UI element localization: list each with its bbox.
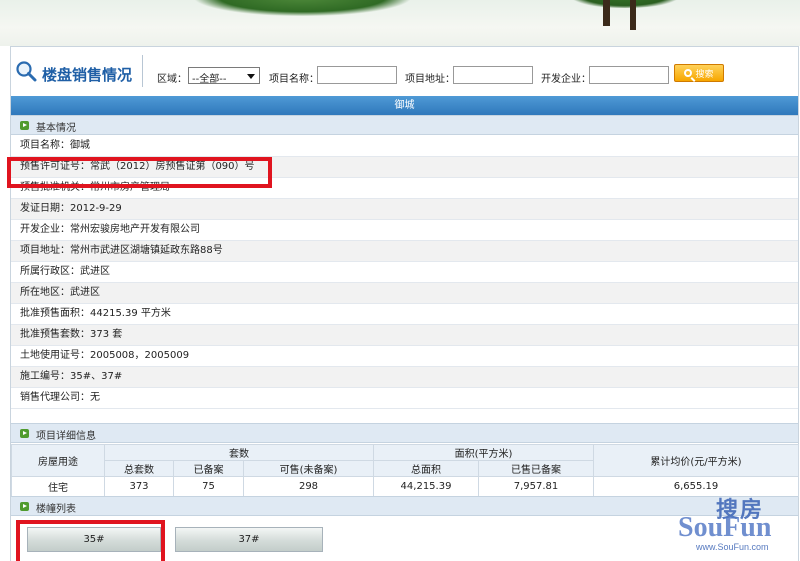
row-label: 施工编号： (20, 371, 70, 382)
info-row-approved-units: 批准预售套数：373 套 (11, 325, 798, 346)
header-units-group: 套数 (104, 444, 374, 461)
cell-filed-units: 75 (173, 476, 244, 497)
info-row-developer: 开发企业：常州宏骏房地产开发有限公司 (11, 220, 798, 241)
row-value: 2012-9-29 (70, 203, 122, 214)
section-project-details: 项目详细信息 (11, 423, 798, 443)
section-title: 项目详细信息 (36, 431, 96, 442)
row-label: 批准预售面积： (20, 308, 90, 319)
row-value: 44215.39 平方米 (90, 308, 171, 319)
project-name-input[interactable] (317, 66, 397, 84)
search-icon (684, 69, 693, 77)
magnifier-icon (16, 61, 37, 82)
row-value: 373 套 (90, 329, 123, 340)
info-row-area: 所在地区：武进区 (11, 283, 798, 304)
highlight-box-building (16, 520, 165, 561)
row-value: 武进区 (70, 287, 100, 298)
watermark-en: SouFun (678, 512, 772, 543)
watermark-url: www.SouFun.com (696, 542, 769, 552)
main-panel: 楼盘销售情况 区域： --全部-- 项目名称： 项目地址： 开发企业： 搜索 御… (10, 46, 799, 561)
search-button-label: 搜索 (695, 69, 714, 80)
banner-tree-trunk (603, 0, 610, 26)
row-value: 35#、37# (70, 371, 123, 382)
developer-input[interactable] (589, 66, 669, 84)
row-value: 御城 (70, 140, 90, 151)
cell-available-units: 298 (243, 476, 374, 497)
header-usage: 房屋用途 (11, 444, 105, 477)
district-select-value: --全部-- (192, 74, 227, 85)
row-label: 项目地址： (20, 245, 70, 256)
row-label: 所属行政区： (20, 266, 80, 277)
header-area-group: 面积(平方米) (373, 444, 594, 461)
district-select[interactable]: --全部-- (188, 67, 260, 85)
row-label: 开发企业： (20, 224, 70, 235)
page-title: 楼盘销售情况 (42, 67, 133, 84)
row-value: 常州市武进区湖塘镇延政东路88号 (70, 245, 223, 256)
header-total-area: 总面积 (373, 460, 479, 477)
header-total-units: 总套数 (104, 460, 174, 477)
row-label: 发证日期： (20, 203, 70, 214)
info-row-project-name: 项目名称：御城 (11, 136, 798, 157)
cell-sold-filed-area: 7,957.81 (478, 476, 594, 497)
header-sold-filed-area: 已售已备案 (478, 460, 594, 477)
row-value: 2005008，2005009 (90, 350, 190, 361)
section-title: 基本情况 (36, 123, 76, 134)
header-filed-units: 已备案 (173, 460, 244, 477)
search-button[interactable]: 搜索 (674, 64, 724, 82)
section-title: 楼幢列表 (36, 504, 76, 515)
project-address-input[interactable] (453, 66, 533, 84)
banner-shrub-graphic (195, 0, 410, 16)
row-label: 土地使用证号： (20, 350, 90, 361)
row-value: 武进区 (80, 266, 110, 277)
project-title-bar: 御城 (11, 96, 798, 115)
section-basic-info: 基本情况 (11, 115, 798, 135)
row-label: 销售代理公司： (20, 392, 90, 403)
header-avg-price: 累计均价(元/平方米) (593, 444, 799, 477)
info-row-construction-no: 施工编号：35#、37# (11, 367, 798, 388)
arrow-bullet-icon (20, 429, 29, 438)
divider (142, 55, 143, 87)
row-label: 批准预售套数： (20, 329, 90, 340)
highlight-box-permit (7, 157, 272, 188)
arrow-bullet-icon (20, 502, 29, 511)
info-row-project-address: 项目地址：常州市武进区湖塘镇延政东路88号 (11, 241, 798, 262)
building-button-37[interactable]: 37# (175, 527, 323, 552)
banner-tree-trunk (630, 0, 636, 30)
header-available-units: 可售(未备案) (243, 460, 374, 477)
arrow-bullet-icon (20, 121, 29, 130)
row-label: 项目名称： (20, 140, 70, 151)
row-value: 常州宏骏房地产开发有限公司 (70, 224, 200, 235)
info-row-approved-area: 批准预售面积：44215.39 平方米 (11, 304, 798, 325)
project-detail-table: 房屋用途 套数 面积(平方米) 累计均价(元/平方米) 总套数 已备案 可售(未… (11, 444, 799, 497)
district-label: 区域： (157, 74, 187, 85)
cell-total-area: 44,215.39 (373, 476, 479, 497)
chevron-down-icon (247, 74, 255, 79)
cell-total-units: 373 (104, 476, 174, 497)
info-row-land-certificate: 土地使用证号：2005008，2005009 (11, 346, 798, 367)
banner-tree-foliage (570, 0, 680, 8)
info-row-sales-agent: 销售代理公司：无 (11, 388, 798, 409)
cell-usage: 住宅 (11, 476, 105, 497)
info-row-admin-district: 所属行政区：武进区 (11, 262, 798, 283)
project-name-label: 项目名称： (269, 74, 319, 85)
developer-label: 开发企业： (541, 74, 591, 85)
info-row-issue-date: 发证日期：2012-9-29 (11, 199, 798, 220)
header-banner (0, 0, 800, 46)
project-address-label: 项目地址： (405, 74, 455, 85)
row-value: 无 (90, 392, 100, 403)
row-label: 所在地区： (20, 287, 70, 298)
soufun-watermark-logo: 搜房 SouFun www.SouFun.com (676, 492, 796, 556)
search-bar: 楼盘销售情况 区域： --全部-- 项目名称： 项目地址： 开发企业： 搜索 (11, 47, 798, 96)
